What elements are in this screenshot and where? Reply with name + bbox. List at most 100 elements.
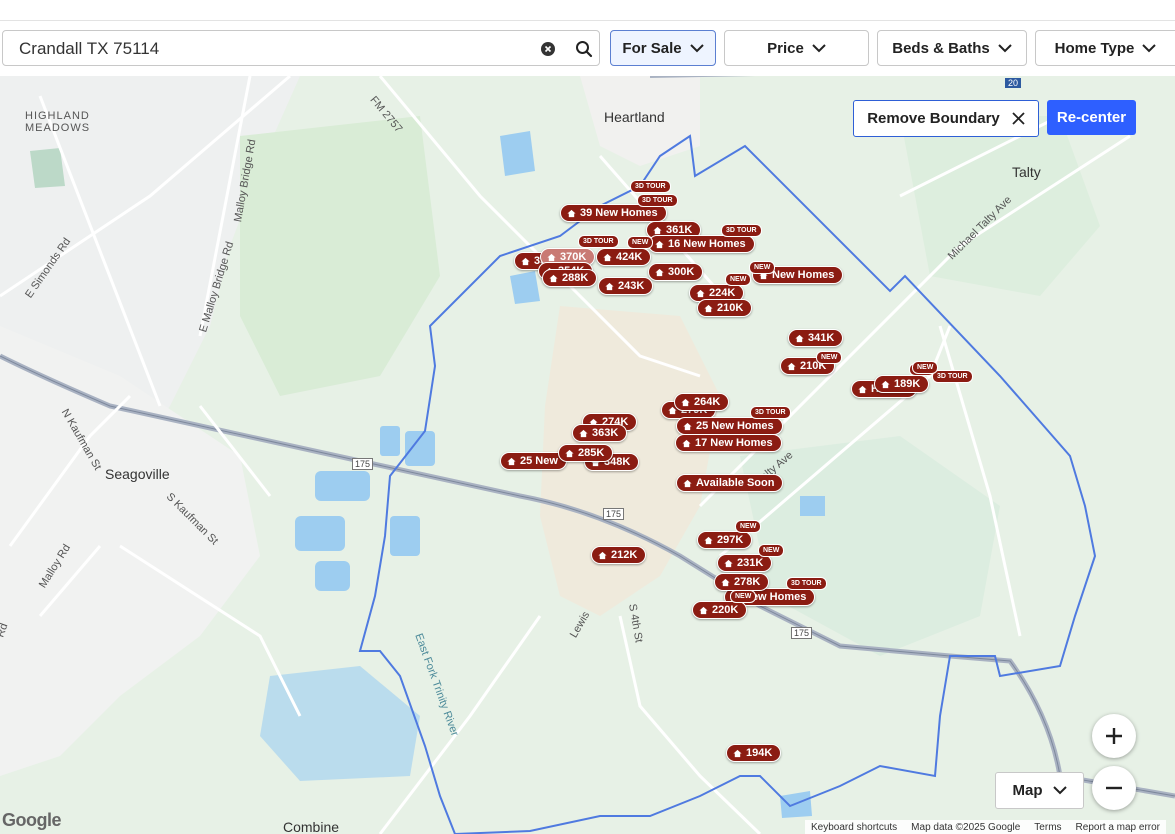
house-icon xyxy=(549,274,558,282)
house-icon xyxy=(704,304,713,312)
search-icon[interactable] xyxy=(575,40,593,63)
house-icon xyxy=(655,268,664,276)
listing-pin[interactable]: 220K xyxy=(692,601,748,619)
new-badge: NEW xyxy=(725,273,752,286)
listing-label: 264K xyxy=(694,396,721,408)
listing-label: 231K xyxy=(737,557,764,569)
map-type-select[interactable]: Map xyxy=(995,772,1084,809)
house-icon xyxy=(787,362,796,370)
listing-label: 210K xyxy=(717,302,744,314)
location-search-input[interactable] xyxy=(17,37,521,61)
keyboard-shortcuts-link[interactable]: Keyboard shortcuts xyxy=(811,822,897,833)
house-icon xyxy=(579,429,588,437)
house-icon xyxy=(724,559,733,567)
listing-pin[interactable]: 25 New Homes xyxy=(676,417,783,435)
listing-pin[interactable]: 17 New Homes xyxy=(675,434,782,452)
place-highland: HIGHLAND xyxy=(25,110,90,122)
remove-boundary-label: Remove Boundary xyxy=(867,110,1000,127)
house-icon xyxy=(683,479,692,487)
listing-label: 25 New xyxy=(520,455,558,467)
filter-home-type[interactable]: Home Type xyxy=(1035,30,1175,66)
new-badge: NEW xyxy=(912,361,939,374)
listing-label: 39 New Homes xyxy=(580,207,658,219)
house-icon xyxy=(507,457,516,465)
house-icon xyxy=(565,449,574,457)
house-icon xyxy=(733,749,742,757)
search-filter-bar: For Sale Price Beds & Baths Home Type xyxy=(0,21,1175,77)
new-badge: NEW xyxy=(735,520,762,533)
report-error-link[interactable]: Report a map error xyxy=(1076,822,1160,833)
listing-pin[interactable]: 300K xyxy=(648,263,704,281)
listing-label: 220K xyxy=(712,604,739,616)
listing-pin[interactable]: 285K xyxy=(558,444,614,462)
listing-pin[interactable]: 16 New Homes xyxy=(648,235,755,253)
filter-for-sale[interactable]: For Sale xyxy=(610,30,716,66)
listing-pin[interactable]: 264K xyxy=(674,393,730,411)
zoom-out-button[interactable] xyxy=(1092,766,1136,810)
house-icon xyxy=(696,289,705,297)
listing-pin[interactable]: 288K xyxy=(542,269,598,287)
chevron-down-icon xyxy=(1052,786,1067,795)
plus-icon xyxy=(1106,728,1122,744)
listing-label: 288K xyxy=(562,272,589,284)
close-icon xyxy=(1012,112,1025,125)
remove-boundary-button[interactable]: Remove Boundary xyxy=(853,100,1039,137)
listing-pin[interactable]: 341K xyxy=(788,329,844,347)
listing-pin[interactable]: 25 New xyxy=(500,452,567,470)
tour-badge: 3D TOUR xyxy=(578,235,619,248)
filter-price[interactable]: Price xyxy=(724,30,869,66)
listing-label: 194K xyxy=(746,747,773,759)
listing-label: 424K xyxy=(616,251,643,263)
house-icon xyxy=(681,398,690,406)
listing-label: 16 New Homes xyxy=(668,238,746,250)
terms-link[interactable]: Terms xyxy=(1034,822,1061,833)
house-icon xyxy=(858,385,867,393)
place-combine: Combine xyxy=(283,819,340,834)
listing-pin[interactable]: 297K xyxy=(697,531,753,549)
listing-pin[interactable]: 278K xyxy=(714,573,770,591)
listing-pin[interactable]: 189K xyxy=(874,375,930,393)
house-icon xyxy=(521,257,530,265)
listing-pin[interactable]: 210K xyxy=(697,299,753,317)
recenter-button[interactable]: Re-center xyxy=(1047,100,1136,135)
map-canvas[interactable]: Heartland HIGHLAND MEADOWS Talty Seagovi… xyxy=(0,76,1175,834)
filter-beds-baths-label: Beds & Baths xyxy=(892,39,990,57)
zoom-in-button[interactable] xyxy=(1092,714,1136,758)
house-icon xyxy=(655,240,664,248)
filter-for-sale-label: For Sale xyxy=(622,39,682,57)
house-icon xyxy=(598,551,607,559)
hwy-175-shield: 175 xyxy=(791,627,813,639)
chevron-down-icon xyxy=(812,43,826,52)
map-data-label: Map data ©2025 Google xyxy=(911,821,1021,833)
listing-pin[interactable]: 243K xyxy=(598,277,654,295)
hwy-175-shield: 175 xyxy=(603,508,625,520)
filter-beds-baths[interactable]: Beds & Baths xyxy=(877,30,1027,66)
house-icon xyxy=(704,536,713,544)
house-icon xyxy=(653,226,662,234)
house-icon xyxy=(699,606,708,614)
listing-pin[interactable]: 363K xyxy=(572,424,628,442)
tour-badge: 3D TOUR xyxy=(637,194,678,207)
listing-pin[interactable]: 424K xyxy=(596,248,652,266)
tour-badge: 3D TOUR xyxy=(630,180,671,193)
listing-label: New Homes xyxy=(772,269,835,281)
place-heartland: Heartland xyxy=(604,109,665,125)
listing-label: 17 New Homes xyxy=(695,437,773,449)
listing-pin[interactable]: 212K xyxy=(591,546,647,564)
new-badge: NEW xyxy=(627,236,654,249)
listing-label: 25 New Homes xyxy=(696,420,774,432)
listing-label: 212K xyxy=(611,549,638,561)
chevron-down-icon xyxy=(1142,43,1157,52)
hwy-175-shield: 175 xyxy=(352,458,374,470)
new-badge: NEW xyxy=(749,261,776,274)
clear-search-icon[interactable] xyxy=(541,42,555,56)
location-search-box[interactable] xyxy=(2,30,600,66)
new-badge: NEW xyxy=(758,544,785,557)
map-type-label: Map xyxy=(1012,782,1043,799)
new-badge: NEW xyxy=(730,590,757,603)
listing-pin[interactable]: Available Soon xyxy=(676,474,784,492)
place-talty: Talty xyxy=(1012,164,1041,180)
filter-home-type-label: Home Type xyxy=(1054,39,1135,57)
new-badge: NEW xyxy=(816,351,843,364)
listing-pin[interactable]: 194K xyxy=(726,744,782,762)
